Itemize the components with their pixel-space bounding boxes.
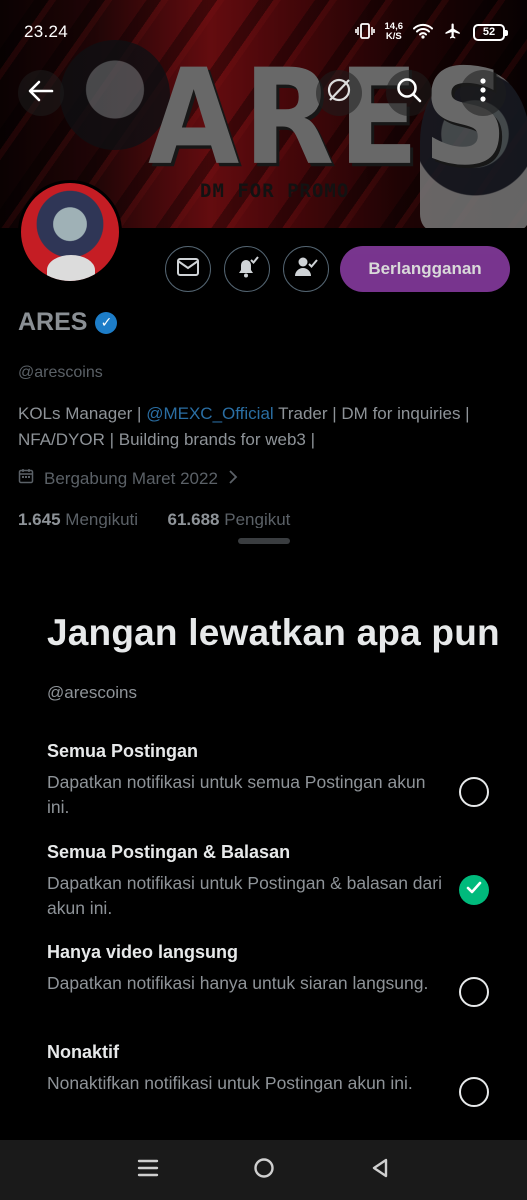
calendar-icon — [18, 468, 34, 489]
followers-count: 61.688 — [167, 510, 220, 529]
option-desc: Nonaktifkan notifikasi untuk Postingan a… — [47, 1073, 413, 1093]
more-vertical-icon — [479, 77, 487, 110]
option-desc: Dapatkan notifikasi hanya untuk siaran l… — [47, 973, 429, 993]
radio-posts-replies[interactable] — [459, 875, 489, 905]
home-icon[interactable] — [253, 1157, 275, 1184]
option-title: Semua Postingan — [47, 741, 199, 761]
following-button[interactable] — [283, 246, 329, 292]
bell-check-icon — [234, 254, 260, 285]
back-triangle-icon[interactable] — [370, 1157, 390, 1184]
option-off[interactable]: Nonaktif Nonaktifkan notifikasi untuk Po… — [47, 1042, 507, 1107]
hide-button[interactable] — [316, 70, 362, 116]
status-icons: 14,6 K/S 52 — [354, 22, 508, 43]
subscribe-button[interactable]: Berlangganan — [340, 246, 510, 292]
option-desc: Dapatkan notifikasi untuk semua Postinga… — [47, 772, 426, 817]
sheet-handle: @arescoins — [47, 683, 138, 702]
back-arrow-icon — [28, 78, 54, 109]
profile-name-row: ARES ✓ — [18, 308, 118, 337]
follow-stats: 1.645 Mengikuti 61.688 Pengikut — [18, 510, 290, 530]
option-title: Semua Postingan & Balasan — [47, 842, 291, 862]
menu-icon[interactable] — [137, 1158, 159, 1183]
status-bar: 23.24 14,6 K/S 52 — [0, 0, 527, 64]
battery-icon: 52 — [473, 23, 508, 41]
profile-name: ARES — [18, 308, 88, 336]
message-button[interactable] — [165, 246, 211, 292]
search-icon — [395, 76, 423, 111]
mail-icon — [176, 257, 200, 282]
wifi-icon — [413, 23, 433, 42]
joined-date: Bergabung Maret 2022 — [18, 468, 238, 489]
search-button[interactable] — [386, 70, 432, 116]
bio-prefix: KOLs Manager | — [18, 404, 147, 423]
battery-level: 52 — [482, 26, 496, 38]
person-check-icon — [293, 254, 319, 285]
option-title: Hanya video langsung — [47, 942, 239, 962]
profile-handle: @arescoins — [18, 364, 103, 381]
chevron-right-icon[interactable] — [228, 469, 238, 489]
option-desc: Dapatkan notifikasi untuk Postingan & ba… — [47, 873, 442, 918]
airplane-icon — [443, 22, 463, 43]
more-button[interactable] — [460, 70, 506, 116]
vibrate-icon — [354, 22, 375, 42]
status-time: 23.24 — [24, 22, 69, 41]
option-all-posts[interactable]: Semua Postingan Dapatkan notifikasi untu… — [47, 741, 507, 820]
following-stat[interactable]: 1.645 Mengikuti — [18, 510, 138, 529]
net-speed-unit: K/S — [385, 31, 402, 42]
radio-all-posts[interactable] — [459, 777, 489, 807]
radio-off[interactable] — [459, 1077, 489, 1107]
back-button[interactable] — [18, 70, 64, 116]
sheet-grabber[interactable] — [238, 538, 290, 544]
followers-stat[interactable]: 61.688 Pengikut — [168, 510, 291, 529]
avatar[interactable] — [18, 180, 122, 284]
verified-badge-icon: ✓ — [95, 311, 118, 334]
option-posts-replies[interactable]: Semua Postingan & Balasan Dapatkan notif… — [47, 842, 507, 921]
sheet-title: Jangan lewatkan apa pun — [47, 612, 500, 653]
system-nav-bar — [0, 1140, 527, 1200]
followers-label: Pengikut — [224, 510, 291, 529]
radio-live-only[interactable] — [459, 977, 489, 1007]
notifications-button[interactable] — [224, 246, 270, 292]
bio-mention-link[interactable]: @MEXC_Official — [146, 404, 273, 423]
following-count: 1.645 — [18, 510, 61, 529]
check-icon — [466, 881, 482, 900]
eye-off-icon — [325, 76, 353, 111]
option-live-only[interactable]: Hanya video langsung Dapatkan notifikasi… — [47, 942, 507, 1007]
profile-bio: KOLs Manager | @MEXC_Official Trader | D… — [18, 401, 518, 453]
option-title: Nonaktif — [47, 1042, 119, 1062]
joined-label: Bergabung Maret 2022 — [44, 468, 218, 488]
following-label: Mengikuti — [65, 510, 139, 529]
net-speed: 14,6 K/S — [385, 22, 404, 42]
